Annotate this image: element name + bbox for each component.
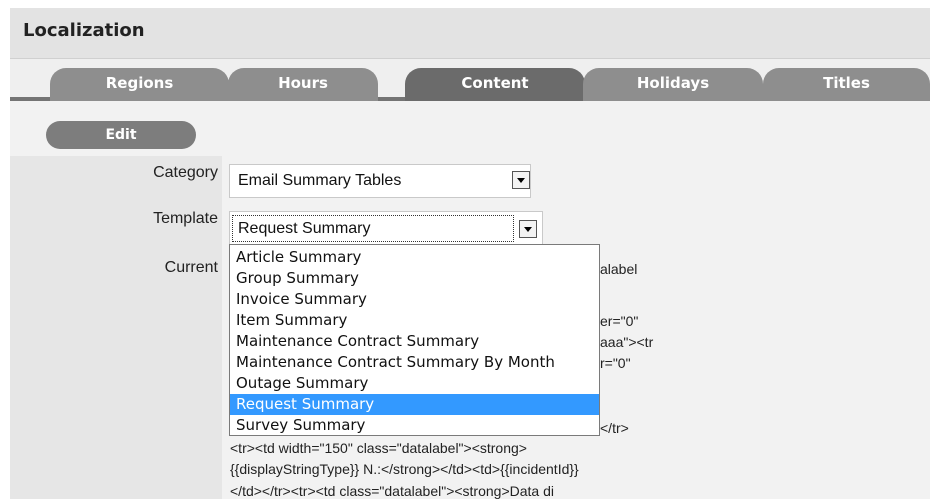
template-option[interactable]: Item Summary xyxy=(230,310,599,331)
panel-header: Localization xyxy=(10,8,930,59)
current-label: Current xyxy=(164,259,218,276)
template-option[interactable]: Article Summary xyxy=(230,247,599,268)
code-fragment: r="0" xyxy=(600,355,631,371)
code-line: </td></tr><tr><td class="datalabel"><str… xyxy=(230,483,554,499)
page-title: Localization xyxy=(23,20,145,41)
category-label: Category xyxy=(153,164,218,181)
tab-holidays[interactable]: Holidays xyxy=(583,68,763,101)
template-option[interactable]: Maintenance Contract Summary xyxy=(230,331,599,352)
template-value: Request Summary xyxy=(238,220,371,237)
category-value: Email Summary Tables xyxy=(238,172,402,189)
template-option[interactable]: Invoice Summary xyxy=(230,289,599,310)
template-option[interactable]: Survey Summary xyxy=(230,415,599,436)
tab-titles[interactable]: Titles xyxy=(763,68,930,101)
template-option[interactable]: Maintenance Contract Summary By Month xyxy=(230,352,599,373)
template-dropdown-list: Article Summary Group Summary Invoice Su… xyxy=(229,244,600,436)
template-option[interactable]: Outage Summary xyxy=(230,373,599,394)
code-line: {{displayStringType}} N.:</strong></td><… xyxy=(230,461,579,477)
chevron-down-icon[interactable] xyxy=(519,220,537,238)
tab-content[interactable]: Content xyxy=(405,68,585,101)
template-select[interactable]: Request Summary xyxy=(229,211,543,246)
tab-hours[interactable]: Hours xyxy=(228,68,378,101)
form-label-column xyxy=(10,156,222,499)
code-fragment: </tr> xyxy=(600,420,629,436)
code-fragment: aaa"><tr xyxy=(600,334,654,350)
template-option-selected[interactable]: Request Summary xyxy=(230,394,599,415)
template-label: Template xyxy=(153,210,218,227)
template-option[interactable]: Group Summary xyxy=(230,268,599,289)
code-line: <tr><td width="150" class="datalabel"><s… xyxy=(230,440,527,456)
edit-button[interactable]: Edit xyxy=(46,121,196,149)
tab-regions[interactable]: Regions xyxy=(50,68,229,101)
chevron-down-icon[interactable] xyxy=(512,171,530,189)
category-select[interactable]: Email Summary Tables xyxy=(229,164,531,198)
code-fragment: er="0" xyxy=(600,313,639,329)
code-fragment: alabel xyxy=(600,261,638,277)
